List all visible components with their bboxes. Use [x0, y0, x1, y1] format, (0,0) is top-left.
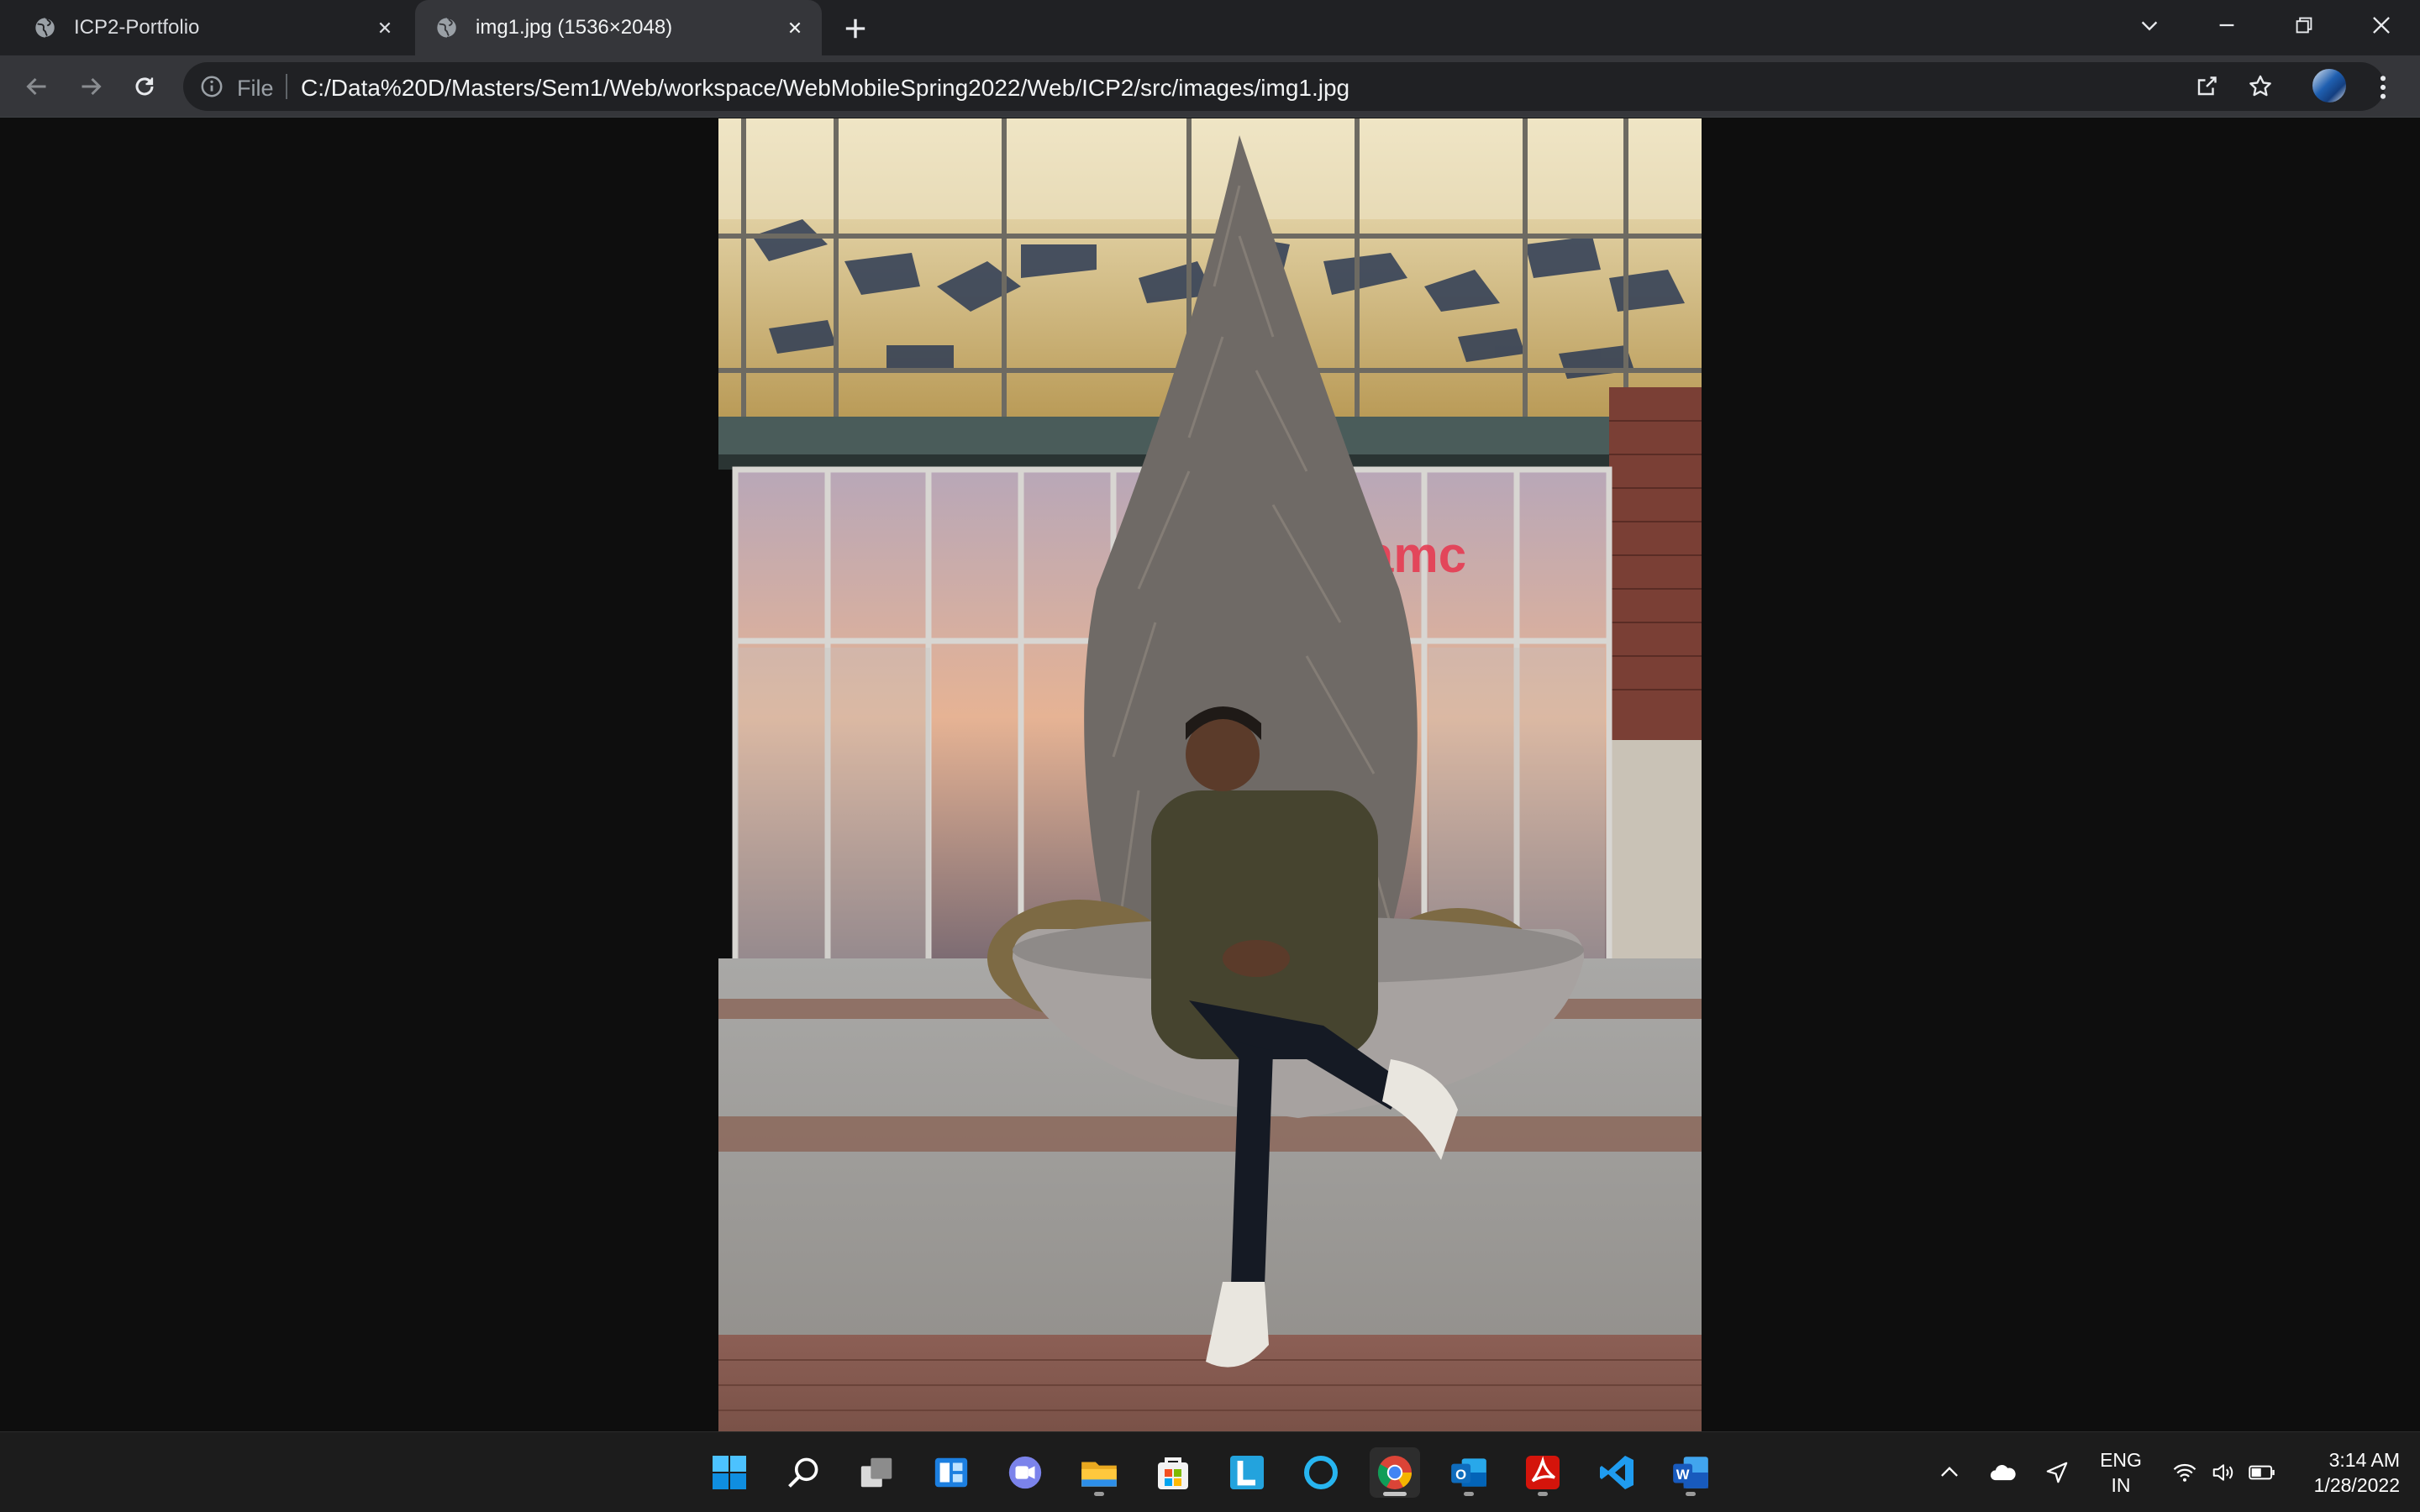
widgets-icon: [934, 1457, 968, 1488]
star-icon: [2249, 75, 2271, 97]
globe-icon: [35, 17, 56, 39]
running-indicator: [1464, 1492, 1474, 1496]
reload-button[interactable]: [126, 68, 163, 105]
restore-button[interactable]: [2282, 7, 2326, 44]
store-button[interactable]: [1148, 1447, 1198, 1498]
clock-time: 3:14 AM: [2328, 1449, 2400, 1471]
word-button[interactable]: W: [1665, 1447, 1716, 1498]
info-icon[interactable]: [200, 75, 224, 98]
location-button[interactable]: [2040, 1456, 2074, 1489]
widgets-button[interactable]: [926, 1447, 976, 1498]
volume-button[interactable]: [2207, 1456, 2240, 1489]
chrome-icon: [1377, 1456, 1413, 1489]
vscode-icon: [1600, 1456, 1634, 1489]
running-indicator: [1094, 1492, 1104, 1496]
language-code: ENG: [2100, 1449, 2142, 1471]
region-code: IN: [2111, 1474, 2131, 1496]
more-menu-button[interactable]: [2368, 71, 2398, 104]
store-icon: [1158, 1457, 1188, 1489]
battery-button[interactable]: [2245, 1456, 2279, 1489]
search-icon: [788, 1457, 818, 1488]
image-viewer: amc: [0, 118, 2420, 1431]
cortana-icon: [1304, 1456, 1338, 1489]
chat-button[interactable]: [1000, 1447, 1050, 1498]
folder-icon: [1081, 1462, 1117, 1487]
tab-title: ICP2-Portfolio: [74, 16, 200, 39]
chevron-down-icon: [2141, 21, 2158, 31]
word-icon: W: [1673, 1457, 1708, 1488]
battery-icon: [2249, 1465, 2275, 1480]
close-window-button[interactable]: [2360, 7, 2403, 44]
cortana-button[interactable]: [1296, 1447, 1346, 1498]
new-tab-button[interactable]: [839, 12, 872, 45]
share-icon: [2197, 76, 2217, 96]
chevron-up-icon: [1941, 1467, 1958, 1477]
scheme-label: File: [237, 76, 274, 101]
vscode-button[interactable]: [1591, 1447, 1642, 1498]
globe-icon: [437, 17, 458, 39]
browser-toolbar: File C:/Data%20D/Masters/Sem1/Web/worksp…: [0, 55, 2420, 118]
tab-img1[interactable]: img1.jpg (1536×2048): [415, 0, 822, 55]
minimize-button[interactable]: [2205, 7, 2249, 44]
plus-icon: [845, 18, 865, 39]
screen: ICP2-Portfolio img1.jpg (1536×2048) File…: [0, 0, 2420, 1512]
wifi-button[interactable]: [2168, 1456, 2202, 1489]
wifi-icon: [2173, 1463, 2196, 1482]
divider: [286, 74, 287, 99]
file-explorer-button[interactable]: [1074, 1447, 1124, 1498]
location-arrow-icon: [2046, 1462, 2068, 1483]
outlook-button[interactable]: O: [1444, 1447, 1494, 1498]
running-indicator: [1538, 1492, 1548, 1496]
start-button[interactable]: [704, 1447, 755, 1498]
close-icon[interactable]: [781, 14, 808, 41]
speaker-icon: [2212, 1464, 2233, 1481]
taskbar: O W ENG IN 3:14 AM 1/28/2022: [0, 1431, 2420, 1512]
share-button[interactable]: [2193, 73, 2220, 100]
url-text[interactable]: C:/Data%20D/Masters/Sem1/Web/workspace/W…: [301, 75, 1349, 102]
svg-text:O: O: [1455, 1467, 1466, 1483]
back-icon: [26, 77, 46, 96]
tab-title: img1.jpg (1536×2048): [476, 16, 673, 39]
photo-image: amc: [718, 118, 1702, 1431]
address-bar[interactable]: File C:/Data%20D/Masters/Sem1/Web/worksp…: [183, 62, 2385, 111]
displayed-photo: amc: [718, 118, 1702, 1431]
task-view-button[interactable]: [852, 1447, 902, 1498]
restore-icon: [2296, 17, 2312, 34]
running-indicator: [1686, 1492, 1696, 1496]
clock[interactable]: 3:14 AM 1/28/2022: [2291, 1447, 2400, 1498]
windows-icon: [713, 1456, 746, 1489]
svg-text:W: W: [1676, 1467, 1690, 1483]
clock-date: 1/28/2022: [2313, 1474, 2400, 1496]
taskbar-search-button[interactable]: [778, 1447, 829, 1498]
profile-avatar[interactable]: [2311, 67, 2348, 104]
reload-icon: [135, 77, 154, 96]
active-indicator: [1383, 1492, 1407, 1496]
show-hidden-icons-button[interactable]: [1933, 1456, 1966, 1489]
onedrive-button[interactable]: [1986, 1456, 2020, 1489]
forward-icon: [82, 77, 102, 96]
tab-search-button[interactable]: [2128, 7, 2171, 44]
acrobat-button[interactable]: [1518, 1447, 1568, 1498]
back-button[interactable]: [18, 68, 55, 105]
bookmark-button[interactable]: [2247, 73, 2274, 100]
task-view-icon: [860, 1457, 892, 1488]
cloud-icon: [1990, 1465, 2016, 1481]
acrobat-icon: [1526, 1456, 1560, 1489]
l-app-icon: [1230, 1456, 1264, 1489]
outlook-icon: O: [1451, 1458, 1486, 1487]
close-icon[interactable]: [371, 14, 398, 41]
tab-icp2-portfolio[interactable]: ICP2-Portfolio: [0, 0, 412, 55]
l-app-button[interactable]: [1222, 1447, 1272, 1498]
language-indicator[interactable]: ENG IN: [2097, 1447, 2144, 1498]
close-window-icon: [2373, 17, 2390, 34]
tab-strip: ICP2-Portfolio img1.jpg (1536×2048): [0, 0, 2420, 55]
forward-button[interactable]: [72, 68, 109, 105]
teams-chat-icon: [1008, 1456, 1042, 1489]
minimize-icon: [2219, 24, 2234, 27]
more-vert-icon: [2380, 76, 2386, 99]
chrome-button[interactable]: [1370, 1447, 1420, 1498]
